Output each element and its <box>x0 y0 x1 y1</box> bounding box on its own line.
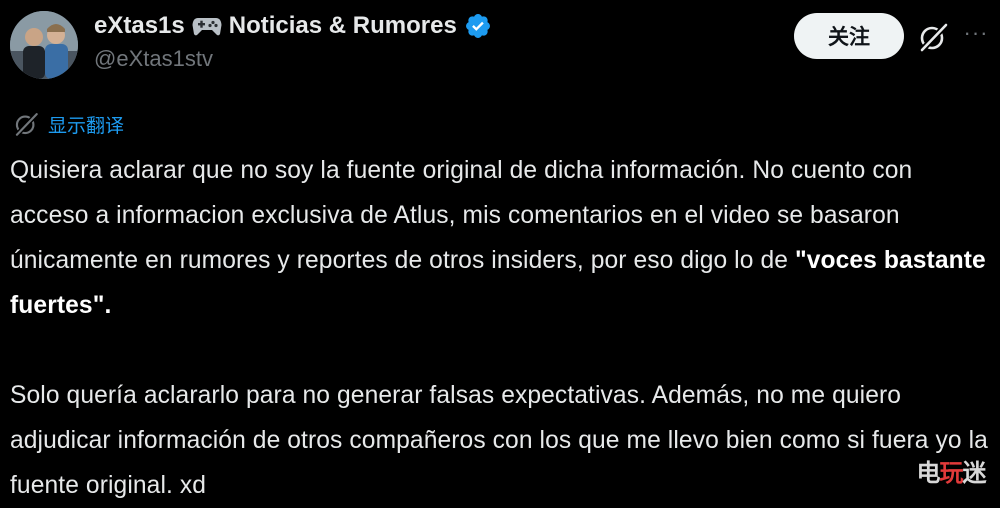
grok-icon[interactable] <box>916 20 950 54</box>
gamepad-icon <box>192 18 222 36</box>
author-name-row[interactable]: eXtas1s Noticias & Rumores <box>94 11 492 41</box>
verified-badge-icon <box>465 14 490 38</box>
avatar-photo <box>10 11 78 79</box>
watermark-logo: 电玩迷 <box>906 452 996 494</box>
follow-button[interactable]: 关注 <box>794 13 904 59</box>
author-handle[interactable]: @eXtas1stv <box>94 46 213 72</box>
grok-translate-icon <box>15 112 39 137</box>
tweet-paragraph-1-text: Quisiera aclarar que no soy la fuente or… <box>10 157 913 274</box>
more-icon[interactable]: ··· <box>962 22 990 44</box>
avatar[interactable] <box>10 11 78 79</box>
watermark-char-3: 迷 <box>962 459 987 487</box>
watermark-text: 电玩迷 <box>916 459 987 487</box>
author-display-name[interactable]: eXtas1s <box>94 12 185 40</box>
tweet-paragraph-2: Solo quería aclararlo para no generar fa… <box>10 382 988 499</box>
tweet-paragraph-1: Quisiera aclarar que no soy la fuente or… <box>10 148 995 328</box>
show-translation-label[interactable]: 显示翻译 <box>48 111 124 138</box>
tweet-text: Quisiera aclarar que no soy la fuente or… <box>10 148 995 508</box>
watermark-char-1: 电 <box>916 459 941 487</box>
watermark-char-2: 玩 <box>939 459 964 487</box>
show-translation-link[interactable]: 显示翻译 <box>12 110 124 138</box>
author-name-suffix[interactable]: Noticias & Rumores <box>229 12 457 40</box>
